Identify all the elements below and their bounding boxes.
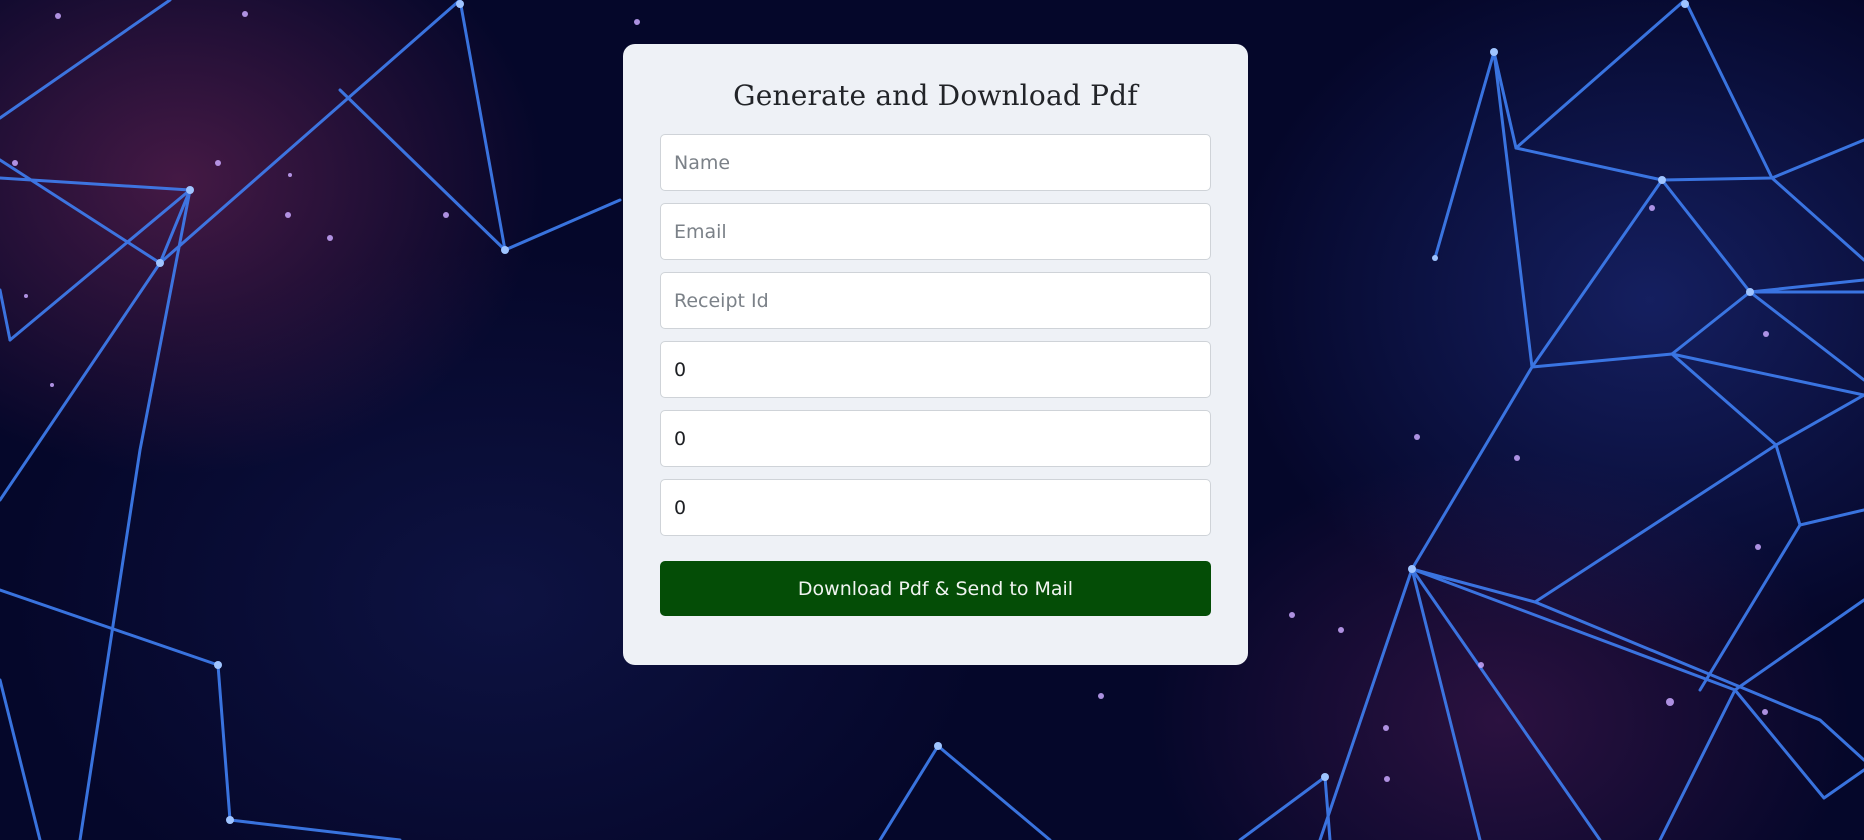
number-input-3[interactable] bbox=[660, 479, 1211, 536]
receipt-id-input[interactable] bbox=[660, 272, 1211, 329]
form-fields bbox=[660, 134, 1211, 536]
download-pdf-send-mail-button[interactable]: Download Pdf & Send to Mail bbox=[660, 561, 1211, 616]
number-input-2[interactable] bbox=[660, 410, 1211, 467]
name-input[interactable] bbox=[660, 134, 1211, 191]
form-title: Generate and Download Pdf bbox=[733, 79, 1138, 112]
pdf-form-card: Generate and Download Pdf Download Pdf &… bbox=[623, 44, 1248, 665]
email-input[interactable] bbox=[660, 203, 1211, 260]
number-input-1[interactable] bbox=[660, 341, 1211, 398]
